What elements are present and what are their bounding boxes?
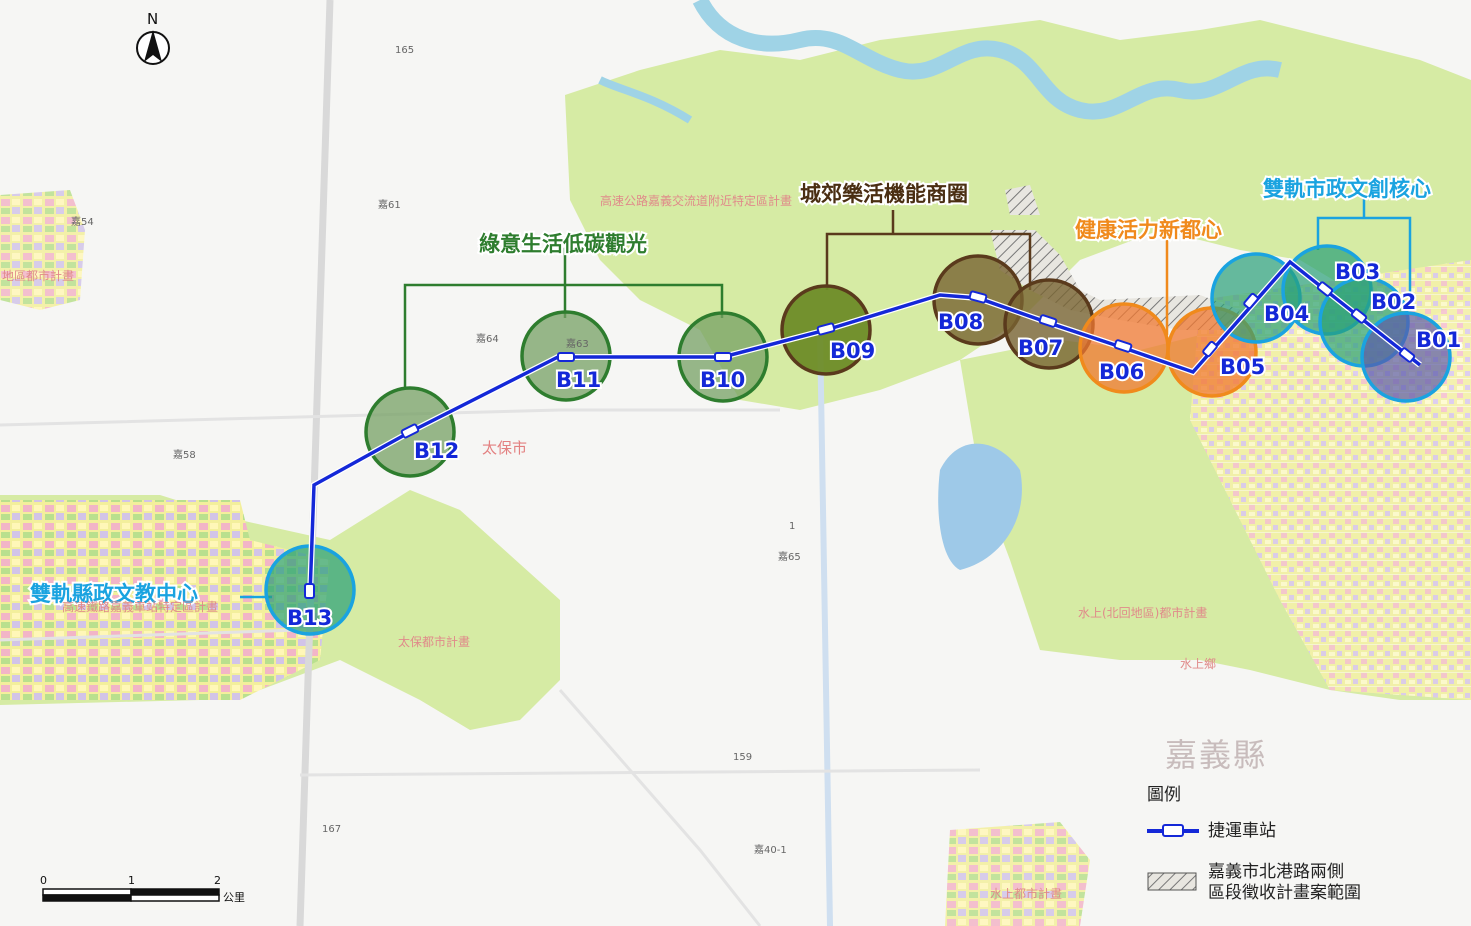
road-label-61: 嘉61 — [378, 200, 401, 211]
station-label-b04: B04 — [1262, 300, 1311, 328]
place-label-highway-plan: 高速公路嘉義交流道附近特定區計畫 — [600, 194, 793, 208]
scale-bar — [42, 888, 220, 902]
station-label-b13: B13 — [285, 604, 334, 632]
road-label-165: 165 — [395, 45, 415, 56]
scale-tick-2: 2 — [214, 874, 221, 887]
south-urban-area — [945, 822, 1090, 926]
station-label-b12: B12 — [412, 437, 461, 465]
place-label-taibao-city: 太保市 — [482, 439, 528, 457]
station-label-b01: B01 — [1414, 326, 1463, 354]
station-label-b11: B11 — [554, 366, 603, 394]
place-label-shuishang-north-plan: 水上(北回地區)都市計畫 — [1078, 606, 1208, 620]
station-label-b07: B07 — [1016, 334, 1065, 362]
zone-label-green: 綠意生活低碳觀光 — [477, 230, 649, 258]
road-label-58: 嘉58 — [173, 450, 196, 461]
station-marker-b13 — [304, 583, 315, 599]
map-canvas[interactable]: N 綠意生活低碳觀光 城郊樂活機能商圈 健康活力新都心 雙軌市政文創核心 雙軌縣… — [0, 0, 1471, 926]
scale-tick-0: 0 — [40, 874, 47, 887]
road-label-167: 167 — [322, 824, 342, 835]
place-label-chiayi-county: 嘉義縣 — [1165, 736, 1268, 774]
legend-item-mrt-station: 捷運車站 — [1208, 821, 1276, 841]
place-label-hsr-plan: 高速鐵路嘉義車站特定區計畫 — [62, 600, 219, 614]
road-label-63: 嘉63 — [566, 339, 589, 350]
road-label-65: 嘉65 — [778, 552, 801, 563]
station-marker-b11 — [557, 352, 575, 362]
legend-item-expropriation: 嘉義市北港路兩側 區段徵收計畫案範圍 — [1208, 862, 1361, 903]
station-label-b03: B03 — [1333, 258, 1382, 286]
station-label-b09: B09 — [828, 337, 877, 365]
station-marker-b10 — [714, 352, 732, 362]
legend-title: 圖例 — [1147, 785, 1181, 805]
station-label-b06: B06 — [1097, 358, 1146, 386]
road-label-54: 嘉54 — [71, 217, 94, 228]
road-label-159: 159 — [733, 752, 753, 763]
road-label-1: 1 — [789, 521, 796, 532]
zone-label-orange: 健康活力新都心 — [1073, 216, 1224, 244]
station-label-b05: B05 — [1218, 353, 1267, 381]
station-label-b02: B02 — [1369, 288, 1418, 316]
place-label-shuishang-township: 水上鄉 — [1180, 657, 1217, 671]
zone-label-brown: 城郊樂活機能商圈 — [798, 180, 970, 208]
road-label-40-1: 嘉40-1 — [754, 845, 787, 856]
road-label-64: 嘉64 — [476, 334, 499, 345]
zone-label-cyan-east: 雙軌市政文創核心 — [1261, 175, 1433, 203]
northwest-urban-area — [0, 190, 85, 310]
hatched-area-icon — [1147, 872, 1197, 891]
scale-unit: 公里 — [223, 891, 245, 904]
station-label-b08: B08 — [936, 308, 985, 336]
scale-tick-1: 1 — [128, 874, 135, 887]
place-label-taibao-plan: 太保都市計畫 — [398, 635, 471, 649]
station-label-b10: B10 — [698, 366, 747, 394]
place-label-shuishang-plan: 水上都市計畫 — [990, 887, 1063, 901]
map-svg — [0, 0, 1471, 926]
place-label-west-plan: 地區都市計畫 — [2, 269, 75, 283]
north-label: N — [147, 10, 159, 28]
